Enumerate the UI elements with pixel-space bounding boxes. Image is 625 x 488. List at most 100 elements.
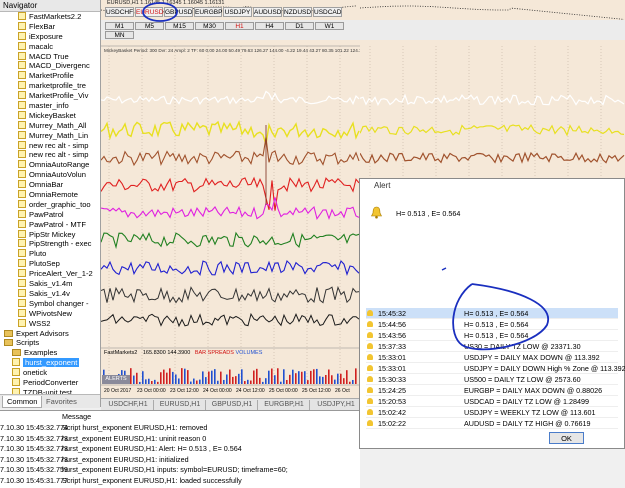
- indicator-line: [101, 259, 360, 276]
- navigator-item[interactable]: Pluto: [0, 249, 100, 259]
- journal-row[interactable]: 7.10.30 15:45:32.774 Script hurst_exponen…: [0, 423, 360, 432]
- symbol-tab[interactable]: GBPUSD: [164, 7, 193, 17]
- timeframe-button[interactable]: M1: [105, 22, 134, 30]
- alert-row[interactable]: 15:33:01 USDJPY = DAILY MAX DOWN @ 113.39…: [366, 352, 618, 363]
- indicator-icon: [18, 71, 26, 80]
- navigator-item[interactable]: master_info: [0, 101, 100, 111]
- chart-tab[interactable]: EURUSD,H1: [155, 400, 206, 410]
- navigator-item[interactable]: iExposure: [0, 31, 100, 42]
- navigator-item[interactable]: WSS2: [0, 318, 100, 329]
- alert-row[interactable]: 15:43:56 H= 0.513 , E= 0.564: [366, 330, 618, 341]
- ok-button[interactable]: OK: [549, 432, 584, 444]
- alert-row[interactable]: 15:30:33 US500 = DAILY TZ LOW @ 2573.60: [366, 374, 618, 385]
- alert-row[interactable]: 15:20:53 USDCAD = DAILY TZ LOW @ 1.28499: [366, 396, 618, 407]
- price-chart-area[interactable]: [360, 0, 625, 178]
- symbol-tab[interactable]: USDJPY: [223, 7, 252, 17]
- timeframe-button[interactable]: W1: [315, 22, 344, 30]
- navigator-item[interactable]: MarketProfile: [0, 71, 100, 81]
- navigator-item[interactable]: PawPatrol - MTF: [0, 219, 100, 230]
- navigator-item[interactable]: WPivotsNew: [0, 308, 100, 319]
- alert-row[interactable]: 15:02:42 USDJPY = WEEKLY TZ LOW @ 113.601: [366, 407, 618, 418]
- navigator-item[interactable]: FlexBar: [0, 21, 100, 32]
- navigator-item[interactable]: Sakis_v1.4v: [0, 288, 100, 299]
- symbol-tab[interactable]: AUDUSD: [253, 7, 282, 17]
- alert-row[interactable]: 15:24:25 EURGBP = DAILY MAX DOWN @ 0.8802…: [366, 385, 618, 396]
- timeframe-button[interactable]: H4: [255, 22, 284, 30]
- chart-tab[interactable]: GBPUSD,H1: [207, 400, 258, 410]
- navigator-item[interactable]: MACD_Divergenc: [0, 61, 100, 71]
- navigator-item[interactable]: PriceAlert_Ver_1-2: [0, 269, 100, 279]
- navigator-item[interactable]: Sakis_v1.4m: [0, 279, 100, 289]
- navigator-item[interactable]: marketprofile_tre: [0, 81, 100, 91]
- volume-bar: [352, 379, 354, 384]
- timeframe-button[interactable]: M5: [135, 22, 164, 30]
- navigator-item[interactable]: new rec alt - simp: [0, 150, 100, 160]
- timeframe-button[interactable]: MN: [105, 31, 134, 39]
- timeframe-button[interactable]: H1: [225, 22, 254, 30]
- navigator-item[interactable]: onetick: [0, 368, 100, 378]
- navigator-item[interactable]: macalc: [0, 41, 100, 52]
- spreads-label: SPREADS: [207, 350, 234, 356]
- navigator-item[interactable]: OmniaAutoVolun: [0, 170, 100, 180]
- alert-row[interactable]: 15:33:01 USDJPY = DAILY DOWN High % Zone …: [366, 363, 625, 374]
- alert-row[interactable]: 15:44:56 H= 0.513 , E= 0.564: [366, 319, 618, 330]
- volume-bar: [316, 368, 318, 384]
- navigator-item[interactable]: new rec alt - simp: [0, 140, 100, 151]
- navigator-item-label: onetick: [23, 368, 48, 378]
- chart-tab[interactable]: USDJPY,H1: [311, 400, 362, 410]
- symbol-tab[interactable]: USDCHF: [105, 7, 134, 17]
- time-axis-label: 23 Oct 12:00: [170, 388, 199, 394]
- alert-row-message: US500 = DAILY TZ LOW @ 2573.60: [464, 375, 581, 384]
- alerts-button[interactable]: ALERTS: [102, 375, 130, 384]
- alert-row[interactable]: 15:02:22 AUDUSD = DAILY TZ HIGH @ 0.76619: [366, 418, 618, 429]
- price-chart-canvas[interactable]: [360, 0, 625, 178]
- alert-row[interactable]: 15:45:32 H= 0.513 , E= 0.564: [366, 308, 618, 319]
- navigator-item[interactable]: Symbol changer -: [0, 298, 100, 309]
- navigator-item[interactable]: Expert Advisors: [0, 329, 100, 339]
- timeframe-button[interactable]: M15: [165, 22, 194, 30]
- navigator-item[interactable]: order_graphic_too: [0, 199, 100, 210]
- symbol-tab[interactable]: EURGBP: [194, 7, 222, 17]
- alert-row-time: 15:43:56: [378, 331, 406, 340]
- navigator-item[interactable]: OmniaAutoRange: [0, 160, 100, 170]
- journal-row[interactable]: 7.10.30 15:45:32.773 hurst_exponent EURUS…: [0, 444, 360, 453]
- symbol-tab[interactable]: NZDUSD: [283, 7, 312, 17]
- navigator-item[interactable]: PeriodConverter: [0, 377, 100, 388]
- journal-row[interactable]: 7.10.30 15:45:32.759 hurst_exponent EURUS…: [0, 465, 360, 474]
- navigator-item[interactable]: Scripts: [0, 338, 100, 348]
- navigator-item[interactable]: Murrey_Math_Lin: [0, 130, 100, 141]
- journal-time: 7.10.30 15:45:32.773: [0, 454, 68, 464]
- navigator-item[interactable]: MarketProfile_Viv: [0, 91, 100, 101]
- navigator-item-label: Examples: [24, 348, 58, 358]
- navigator-item[interactable]: MACD True: [0, 51, 100, 62]
- chart-tab[interactable]: EURGBP,H1: [259, 400, 310, 410]
- tab-common[interactable]: Common: [2, 396, 43, 408]
- navigator-item[interactable]: PipStr Mickey: [0, 229, 100, 240]
- volume-bar: [331, 375, 333, 384]
- symbol-tab[interactable]: USDCAD: [313, 7, 342, 17]
- navigator-item[interactable]: OmniaRemote: [0, 190, 100, 200]
- navigator-item[interactable]: FastMarkets2.2: [0, 12, 100, 22]
- alert-row[interactable]: 15:37:33 US30 = DAILY TZ LOW @ 23371.30: [366, 341, 618, 352]
- journal-row[interactable]: 7.10.30 15:45:32.773 hurst_exponent EURUS…: [0, 455, 360, 464]
- timeframe-button[interactable]: M30: [195, 22, 224, 30]
- tab-favorites[interactable]: Favorites: [42, 396, 81, 407]
- navigator-item[interactable]: PawPatrol: [0, 209, 100, 220]
- navigator-item[interactable]: Murrey_Math_All: [0, 120, 100, 131]
- journal-row[interactable]: 7.10.30 15:45:31.777 Script hurst_exponen…: [0, 476, 360, 485]
- navigator-item[interactable]: PipStrength - exec: [0, 239, 100, 249]
- chart-tab[interactable]: USDCHF,H1: [103, 400, 154, 410]
- symbol-tab[interactable]: EURUSD: [135, 7, 163, 17]
- timeframe-button[interactable]: D1: [285, 22, 314, 30]
- navigator-item[interactable]: OmniaBar: [0, 180, 100, 190]
- chart-window[interactable]: EURUSD,H1 1.16145 1.16345 1.16045 1.1613…: [101, 0, 360, 398]
- journal-row[interactable]: 7.10.30 15:45:32.773 hurst_exponent EURUS…: [0, 434, 360, 443]
- navigator-item[interactable]: hurst_exponent: [0, 358, 100, 368]
- chart-canvas[interactable]: [101, 0, 360, 398]
- indicator-line: [101, 285, 360, 304]
- navigator-item[interactable]: Examples: [0, 348, 100, 358]
- navigator-item[interactable]: MickeyBasket: [0, 110, 100, 121]
- navigator-item[interactable]: PlutoSep: [0, 259, 100, 269]
- price-strip-bg: [360, 0, 625, 18]
- alert-title: Alert: [360, 179, 624, 193]
